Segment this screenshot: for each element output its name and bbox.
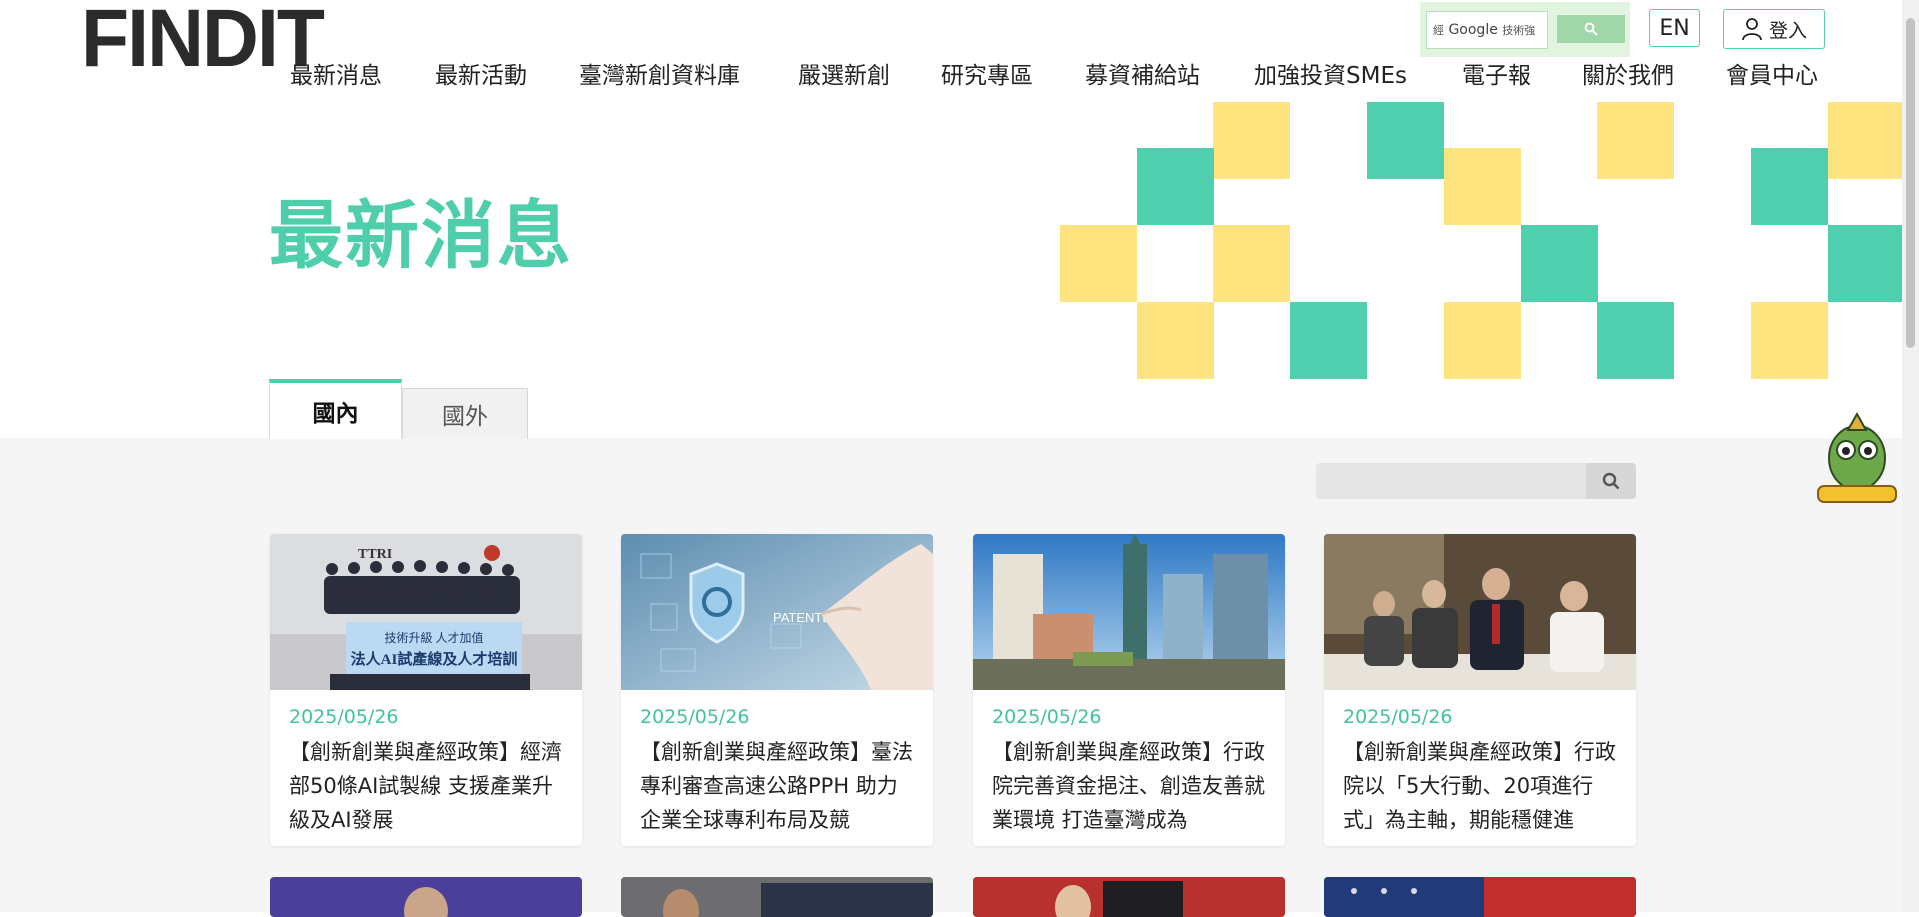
ttri-logo-text: TTRI (358, 547, 392, 562)
scrollbar-thumb[interactable] (1906, 18, 1915, 348)
news-card-image: PATENTED (621, 534, 933, 690)
tab-domestic[interactable]: 國內 (269, 379, 402, 439)
main-nav: 最新消息 最新活動 臺灣新創資料庫 嚴選新創 研究專區 募資補給站 加強投資SM… (0, 52, 1919, 92)
news-card-image[interactable] (973, 877, 1285, 917)
news-date: 2025/05/26 (1343, 706, 1453, 728)
card1-banner-line1: 技術升級 人才加值 (384, 630, 483, 645)
search-icon (1584, 22, 1598, 36)
news-title[interactable]: 【創新創業與產經政策】行政院以「5大行動、20項進行式」為主軸，期能穩健進 (1343, 735, 1621, 837)
nav-smes[interactable]: 加強投資SMEs (1254, 56, 1407, 90)
search-prefix: 經 (1433, 24, 1444, 37)
login-button[interactable]: 登入 (1723, 9, 1825, 49)
news-card-image: TTRI 技術升級 人才加值 法人AI試產線及人才培訓 (270, 534, 582, 690)
news-title[interactable]: 【創新創業與產經政策】經濟部50條AI試製線 支援產業升級及AI發展 (289, 735, 567, 837)
news-card-image[interactable] (1324, 877, 1636, 917)
search-icon (1602, 472, 1620, 490)
nav-newsletter[interactable]: 電子報 (1462, 56, 1531, 90)
nav-selected-startups[interactable]: 嚴選新創 (798, 56, 890, 90)
google-search-input[interactable]: 經 Google 技術強 (1426, 11, 1548, 49)
nav-latest-news[interactable]: 最新消息 (290, 56, 382, 90)
nav-member[interactable]: 會員中心 (1726, 56, 1818, 90)
language-en-button[interactable]: EN (1649, 9, 1700, 47)
news-date: 2025/05/26 (640, 706, 750, 728)
page-title: 最新消息 (269, 193, 573, 279)
card1-banner-line2: 法人AI試產線及人才培訓 (351, 650, 518, 668)
news-date: 2025/05/26 (289, 706, 399, 728)
page-scrollbar[interactable] (1902, 0, 1919, 912)
nav-about[interactable]: 關於我們 (1582, 56, 1674, 90)
news-card-image[interactable] (270, 877, 582, 917)
news-title[interactable]: 【創新創業與產經政策】行政院完善資金挹注、創造友善就業環境 打造臺灣成為 (992, 735, 1270, 837)
news-date: 2025/05/26 (992, 706, 1102, 728)
news-card-image[interactable] (621, 877, 933, 917)
nav-research[interactable]: 研究專區 (941, 56, 1033, 90)
login-label: 登入 (1768, 19, 1807, 42)
search-suffix: 技術強 (1502, 24, 1536, 37)
search-google-brand: Google (1448, 22, 1498, 38)
news-title[interactable]: 【創新創業與產經政策】臺法專利審查高速公路PPH 助力企業全球專利布局及競 (640, 735, 918, 837)
google-search-button[interactable] (1557, 15, 1625, 43)
nav-latest-events[interactable]: 最新活動 (435, 56, 527, 90)
news-card[interactable]: TTRI 技術升級 人才加值 法人AI試產線及人才培訓 2025/05/26 【… (270, 534, 582, 846)
news-search-button[interactable] (1586, 463, 1636, 499)
user-icon (1742, 18, 1762, 41)
news-card-image (973, 534, 1285, 690)
news-card-image (1324, 534, 1636, 690)
news-search-input[interactable] (1316, 463, 1636, 499)
nav-funding[interactable]: 募資補給站 (1085, 56, 1200, 90)
news-card[interactable]: 2025/05/26 【創新創業與產經政策】行政院以「5大行動、20項進行式」為… (1324, 534, 1636, 846)
news-card[interactable]: PATENTED 2025/05/26 【創新創業與產經政策】臺法專利審查高速公… (621, 534, 933, 846)
google-search-box: 經 Google 技術強 (1420, 2, 1630, 57)
tab-international[interactable]: 國外 (402, 388, 528, 439)
nav-startup-database[interactable]: 臺灣新創資料庫 (579, 56, 740, 90)
mascot-icon[interactable] (1812, 408, 1902, 504)
news-card[interactable]: 2025/05/26 【創新創業與產經政策】行政院完善資金挹注、創造友善就業環境… (973, 534, 1285, 846)
